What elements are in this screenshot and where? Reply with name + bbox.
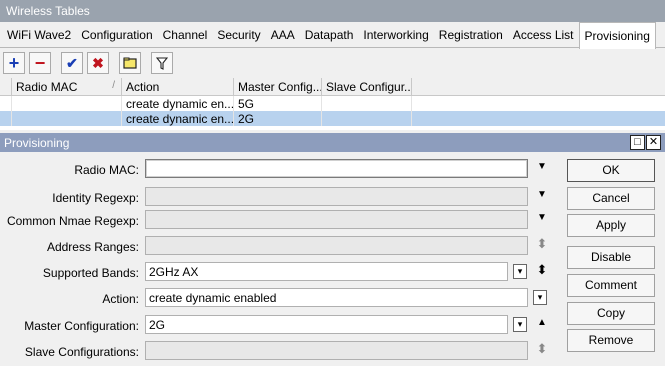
common-name-regexp-row: Common Nmae Regexp: ▼ [0, 210, 555, 232]
column-radio-mac[interactable]: Radio MAC / [12, 78, 122, 95]
common-name-regexp-label: Common Nmae Regexp: [6, 214, 139, 228]
header-spacer [0, 78, 12, 95]
chevron-down-icon[interactable]: ▼ [534, 212, 550, 226]
comment-button[interactable]: Comment [567, 274, 655, 297]
slave-configurations-label: Slave Configurations: [24, 345, 139, 359]
add-button[interactable]: + [3, 52, 25, 74]
address-ranges-input[interactable] [145, 236, 528, 255]
cell-slave [322, 96, 412, 111]
cell-radio-mac [12, 111, 122, 126]
cell-master: 2G [234, 111, 322, 126]
action-row: Action: create dynamic enabled ▾ [0, 288, 555, 310]
slave-configurations-row: Slave Configurations: ⬍ [0, 341, 555, 363]
restore-button[interactable]: □ [630, 135, 645, 150]
sort-marker: / [112, 80, 115, 91]
action-select[interactable]: create dynamic enabled [145, 288, 528, 307]
up-down-icon[interactable]: ⬍ [534, 236, 550, 251]
dialog-title[interactable]: Provisioning [0, 133, 665, 152]
dropdown-arrow-icon[interactable]: ▾ [533, 290, 547, 305]
table-row[interactable]: create dynamic en... 5G [0, 96, 665, 111]
tab-aaa[interactable]: AAA [266, 22, 300, 48]
filter-icon [156, 56, 168, 70]
action-label: Action: [102, 292, 139, 306]
window-title: Wireless Tables [0, 0, 665, 22]
tab-access-list[interactable]: Access List [508, 22, 579, 48]
checkmark-icon: ✔ [66, 55, 78, 71]
enable-button[interactable]: ✔ [61, 52, 83, 74]
tab-wifi-wave2[interactable]: WiFi Wave2 [2, 22, 76, 48]
filter-button[interactable] [151, 52, 173, 74]
comment-icon [123, 57, 137, 69]
disable-button[interactable]: Disable [567, 246, 655, 269]
tab-configuration[interactable]: Configuration [76, 22, 157, 48]
plus-icon: + [8, 53, 20, 73]
comment-button[interactable] [119, 52, 141, 74]
column-master-configuration[interactable]: Master Config... [234, 78, 322, 95]
up-down-icon[interactable]: ⬍ [534, 341, 550, 356]
remove-button[interactable]: − [29, 52, 51, 74]
ok-button[interactable]: OK [567, 159, 655, 182]
disable-button[interactable]: ✖ [87, 52, 109, 74]
cell-action: create dynamic en... [122, 96, 234, 111]
slave-configurations-input[interactable] [145, 341, 528, 360]
chevron-down-icon[interactable]: ▼ [534, 161, 550, 175]
radio-mac-label: Radio MAC: [74, 163, 139, 177]
provisioning-table: Radio MAC / Action Master Config... Slav… [0, 78, 665, 130]
identity-regexp-row: Identity Regexp: ▼ [0, 187, 555, 209]
copy-button[interactable]: Copy [567, 302, 655, 325]
radio-mac-input[interactable] [145, 159, 528, 178]
chevron-down-icon[interactable]: ▼ [534, 189, 550, 203]
supported-bands-label: Supported Bands: [42, 266, 139, 280]
dropdown-arrow-icon[interactable]: ▾ [513, 317, 527, 332]
tab-datapath[interactable]: Datapath [300, 22, 359, 48]
supported-bands-row: Supported Bands: 2GHz AX ▾ ⬍ [0, 262, 555, 284]
address-ranges-label: Address Ranges: [46, 240, 139, 254]
master-configuration-label: Master Configuration: [24, 319, 139, 333]
master-configuration-select[interactable]: 2G [145, 315, 508, 334]
tab-channel[interactable]: Channel [158, 22, 213, 48]
tab-interworking[interactable]: Interworking [358, 22, 433, 48]
address-ranges-row: Address Ranges: ⬍ [0, 236, 555, 258]
tab-security[interactable]: Security [212, 22, 265, 48]
tab-bar: WiFi Wave2 Configuration Channel Securit… [0, 22, 665, 49]
apply-button[interactable]: Apply [567, 214, 655, 237]
supported-bands-input[interactable]: 2GHz AX [145, 262, 508, 281]
close-button[interactable]: ✕ [646, 135, 661, 150]
up-down-icon[interactable]: ⬍ [534, 262, 550, 277]
cancel-button[interactable]: Cancel [567, 187, 655, 210]
table-row-selected[interactable]: create dynamic en... 2G [0, 111, 665, 126]
identity-regexp-label: Identity Regexp: [52, 191, 139, 205]
identity-regexp-input[interactable] [145, 187, 528, 206]
master-configuration-row: Master Configuration: 2G ▾ ▲ [0, 315, 555, 337]
chevron-up-icon[interactable]: ▲ [534, 317, 550, 331]
remove-button[interactable]: Remove [567, 329, 655, 352]
tab-registration[interactable]: Registration [434, 22, 508, 48]
table-header: Radio MAC / Action Master Config... Slav… [0, 78, 665, 96]
cell-radio-mac [12, 96, 122, 111]
provisioning-dialog: Radio MAC: ▼ Identity Regexp: ▼ Common N… [0, 152, 665, 366]
minus-icon: − [34, 53, 46, 73]
radio-mac-row: Radio MAC: ▼ [0, 159, 555, 181]
cell-slave [322, 111, 412, 126]
cross-icon: ✖ [92, 55, 104, 71]
common-name-regexp-input[interactable] [145, 210, 528, 229]
cell-action: create dynamic en... [122, 111, 234, 126]
cell-master: 5G [234, 96, 322, 111]
tab-provisioning[interactable]: Provisioning [578, 22, 656, 49]
toolbar: + − ✔ ✖ [0, 49, 665, 77]
column-slave-configurations[interactable]: Slave Configur... [322, 78, 412, 95]
column-action[interactable]: Action [122, 78, 234, 95]
dropdown-arrow-icon[interactable]: ▾ [513, 264, 527, 279]
